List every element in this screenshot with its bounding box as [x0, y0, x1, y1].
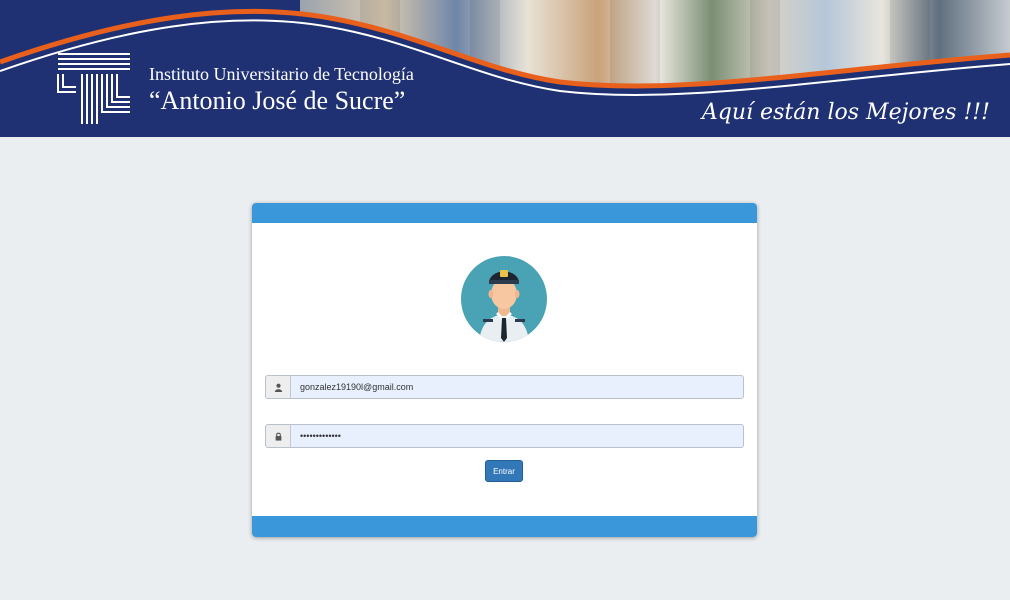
email-input[interactable] [291, 377, 740, 397]
password-input[interactable] [291, 426, 740, 446]
card-bottom-bar [252, 516, 757, 537]
card-top-bar [252, 203, 757, 223]
lock-icon [266, 425, 291, 447]
password-field [265, 424, 744, 448]
login-card: Entrar [252, 203, 757, 537]
institute-logo [57, 53, 130, 124]
header-slogan: Aquí están los Mejores !!! [701, 100, 990, 125]
header-banner: Instituto Universitario de Tecnología “A… [0, 0, 1010, 137]
login-button[interactable]: Entrar [485, 460, 523, 482]
email-field [265, 375, 744, 399]
institution-name-line2: “Antonio José de Sucre” [149, 86, 406, 115]
institution-name-line1: Instituto Universitario de Tecnología [149, 64, 414, 84]
security-guard-avatar-icon [461, 256, 547, 342]
user-icon [266, 376, 291, 398]
